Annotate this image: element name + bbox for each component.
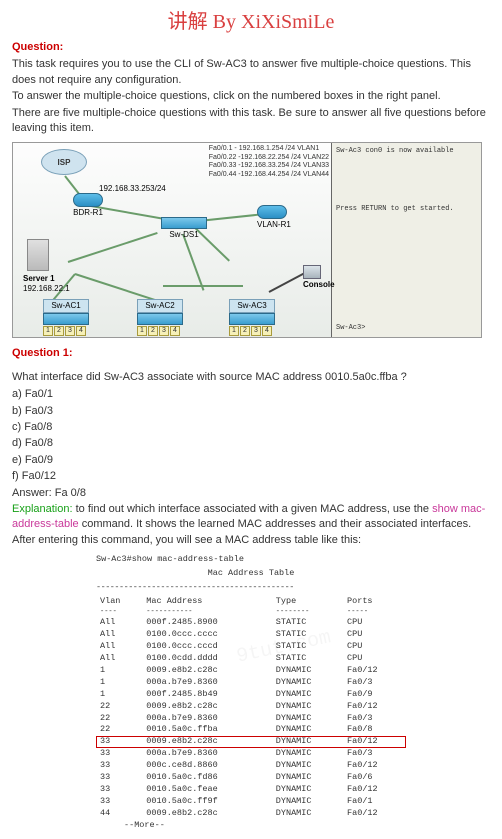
table-row: 33000c.ce8d.8860DYNAMICFa0/12: [96, 760, 406, 772]
table-row: 440009.e8b2.c28cDYNAMICFa0/12: [96, 808, 406, 820]
sw-ac3-ports: 1234: [229, 326, 275, 336]
table-row: All000f.2485.8900STATICCPU: [96, 617, 406, 629]
col-type: Type: [272, 596, 343, 608]
vlan-r1-label: VLAN-R1: [257, 219, 291, 230]
opt-b: b) Fa0/3: [12, 404, 490, 419]
sw-ac2-ports: 1234: [137, 326, 183, 336]
server-1: [27, 239, 49, 271]
link-line: [182, 234, 204, 291]
table-row: 220010.5a0c.ffbaDYNAMICFa0/8: [96, 724, 406, 736]
interface-ip-list: Fa0/0.1 - 192.168.1.254 /24 VLAN1 Fa0/0.…: [209, 145, 329, 179]
sw-ac1-switch: Sw-AC1 1234: [43, 299, 89, 335]
q1-explanation: Explanation: to find out which interface…: [12, 502, 490, 548]
sw-ac1-label: Sw-AC1: [43, 299, 89, 312]
table-row: 10009.e8b2.c28cDYNAMICFa0/12: [96, 665, 406, 677]
opt-f: f) Fa0/12: [12, 469, 490, 484]
sw-ac2-label: Sw-AC2: [137, 299, 183, 312]
table-row: 22000a.b7e9.8360DYNAMICFa0/3: [96, 713, 406, 725]
bdr-r1-router: BDR-R1: [73, 193, 103, 218]
mac-header-dashes: ---- ----------- -------- -----: [96, 608, 406, 618]
topology-diagram: Fa0/0.1 - 192.168.1.254 /24 VLAN1 Fa0/0.…: [12, 142, 490, 338]
topology-canvas: Fa0/0.1 - 192.168.1.254 /24 VLAN1 Fa0/0.…: [13, 143, 331, 337]
link-line: [68, 232, 158, 263]
question-1-block: What interface did Sw-AC3 associate with…: [12, 370, 490, 548]
console-pc-label: Console: [303, 279, 335, 290]
isp-cloud: ISP: [41, 149, 87, 175]
table-row: All0100.0ccc.ccccSTATICCPU: [96, 629, 406, 641]
fa-line-3: Fa0/0.33 -192.168.33.254 /24 VLAN33: [209, 162, 329, 170]
mac-header-row: Vlan Mac Address Type Ports: [96, 596, 406, 608]
col-vlan: Vlan: [96, 596, 142, 608]
col-ports: Ports: [343, 596, 406, 608]
fa-line-2: Fa0/0.22 -192.168.22.254 /24 VLAN22: [209, 154, 329, 162]
server-ip-label: 192.168.22.1: [23, 283, 70, 294]
mac-banner: Mac Address Table: [96, 568, 406, 580]
page-header-title: 讲解 By XiXiSmiLe: [12, 8, 490, 36]
intro-p1: This task requires you to use the CLI of…: [12, 57, 490, 88]
opt-c: c) Fa0/8: [12, 420, 490, 435]
q1-stem: What interface did Sw-AC3 associate with…: [12, 370, 490, 385]
intro-block: This task requires you to use the CLI of…: [12, 57, 490, 136]
table-row: 330009.e8b2.c28cDYNAMICFa0/12: [96, 736, 406, 748]
col-mac: Mac Address: [142, 596, 271, 608]
table-row: 33000a.b7e9.8360DYNAMICFa0/3: [96, 748, 406, 760]
intro-p3: There are five multiple-choice questions…: [12, 106, 490, 137]
q1-answer: Answer: Fa 0/8: [12, 486, 490, 501]
vlan-r1-router: VLAN-R1: [257, 205, 291, 230]
sw-ac3-label: Sw-AC3: [229, 299, 275, 312]
sw-ds1-label: Sw-DS1: [161, 229, 207, 240]
question-1-label: Question 1:: [12, 346, 490, 361]
sw-ac2-switch: Sw-AC2 1234: [137, 299, 183, 335]
table-row: 330010.5a0c.feaeDYNAMICFa0/12: [96, 784, 406, 796]
table-row: 1000f.2485.8b49DYNAMICFa0/9: [96, 689, 406, 701]
bdr-r1-label: BDR-R1: [73, 207, 103, 218]
mac-dashes: ----------------------------------------…: [96, 582, 406, 594]
opt-e: e) Fa0/9: [12, 453, 490, 468]
table-row: 1000a.b7e9.8360DYNAMICFa0/3: [96, 677, 406, 689]
console-line-1: Sw-Ac3 con0 is now available: [336, 147, 477, 157]
expl-text-2: command. It shows the learned MAC addres…: [12, 518, 471, 545]
table-row: 330010.5a0c.fd86DYNAMICFa0/6: [96, 772, 406, 784]
opt-d: d) Fa0/8: [12, 436, 490, 451]
mac-address-table-output: 9tut.com Sw-Ac3#show mac-address-table M…: [96, 554, 406, 831]
table-row: 220009.e8b2.c28cDYNAMICFa0/12: [96, 701, 406, 713]
q1-options: a) Fa0/1 b) Fa0/3 c) Fa0/8 d) Fa0/8 e) F…: [12, 387, 490, 484]
isp-label: ISP: [58, 157, 71, 168]
mac-prompt-line: Sw-Ac3#show mac-address-table: [96, 554, 406, 566]
table-row: All0100.0cdd.ddddSTATICCPU: [96, 653, 406, 665]
console-pc: Console: [303, 265, 335, 290]
question-label: Question:: [12, 40, 490, 55]
cli-console-panel[interactable]: Sw-Ac3 con0 is now available Press RETUR…: [331, 143, 481, 337]
explanation-label: Explanation:: [12, 503, 73, 515]
console-line-2: Press RETURN to get started.: [336, 205, 477, 215]
intro-p2: To answer the multiple-choice questions,…: [12, 89, 490, 104]
fa-line-4: Fa0/0.44 -192.168.44.254 /24 VLAN44: [209, 171, 329, 179]
table-row: All0100.0ccc.cccdSTATICCPU: [96, 641, 406, 653]
mac-table: Vlan Mac Address Type Ports ---- -------…: [96, 596, 406, 820]
sw-ac1-ports: 1234: [43, 326, 89, 336]
table-row: 330010.5a0c.ff9fDYNAMICFa0/1: [96, 796, 406, 808]
opt-a: a) Fa0/1: [12, 387, 490, 402]
expl-text-1: to find out which interface associated w…: [73, 503, 433, 515]
sw-ac3-switch: Sw-AC3 1234: [229, 299, 275, 335]
sw-ds1-switch: Sw-DS1: [161, 217, 207, 240]
mac-tbody: All000f.2485.8900STATICCPUAll0100.0ccc.c…: [96, 617, 406, 819]
bdr-ip-label: 192.168.33.253/24: [99, 183, 166, 194]
console-prompt: Sw-Ac3>: [336, 324, 477, 334]
fa-line-1: Fa0/0.1 - 192.168.1.254 /24 VLAN1: [209, 145, 329, 153]
more-prompt: --More--: [96, 820, 406, 832]
